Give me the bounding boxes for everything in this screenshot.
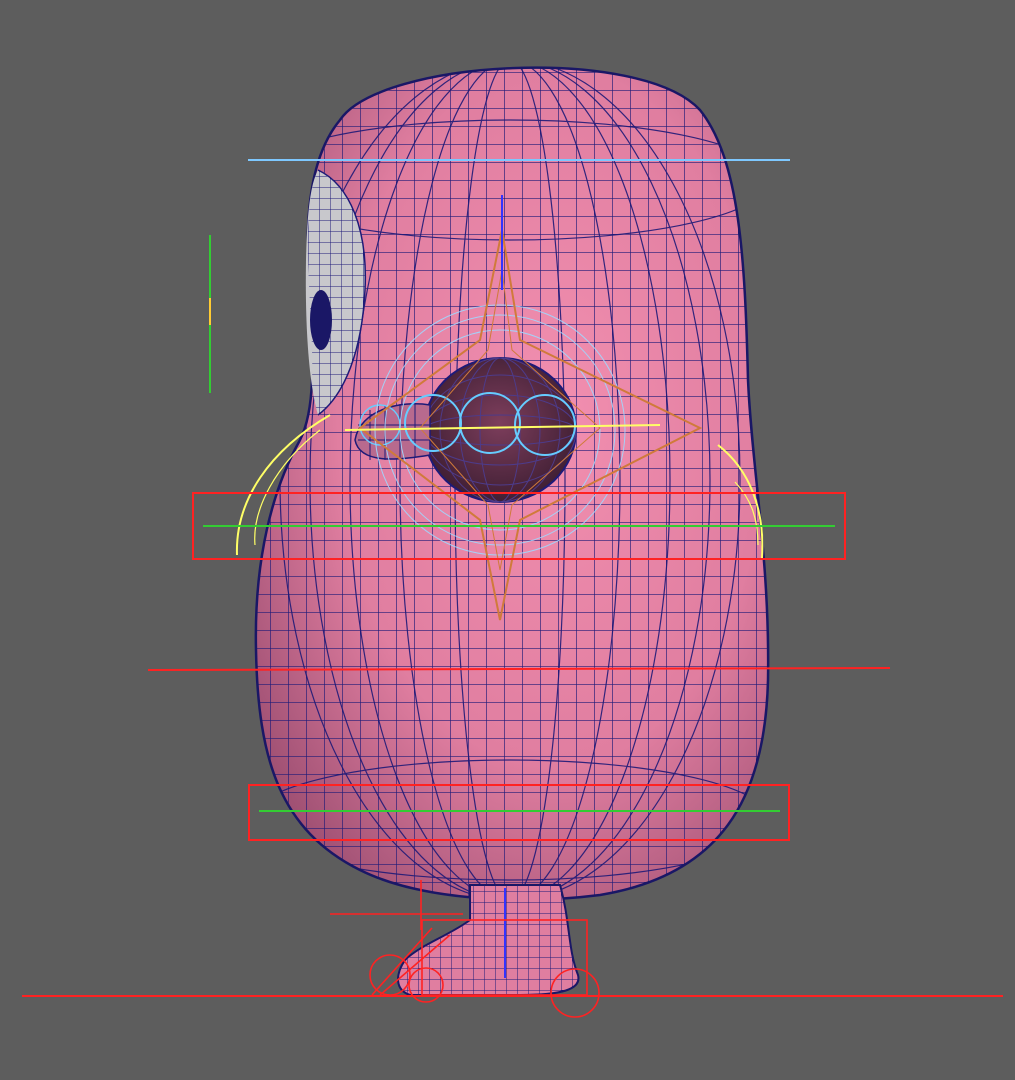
3d-viewport[interactable] [0, 0, 1015, 1080]
side-pupil [310, 290, 332, 350]
character-foot[interactable] [390, 880, 590, 1000]
viewport-scene [22, 66, 1003, 1018]
